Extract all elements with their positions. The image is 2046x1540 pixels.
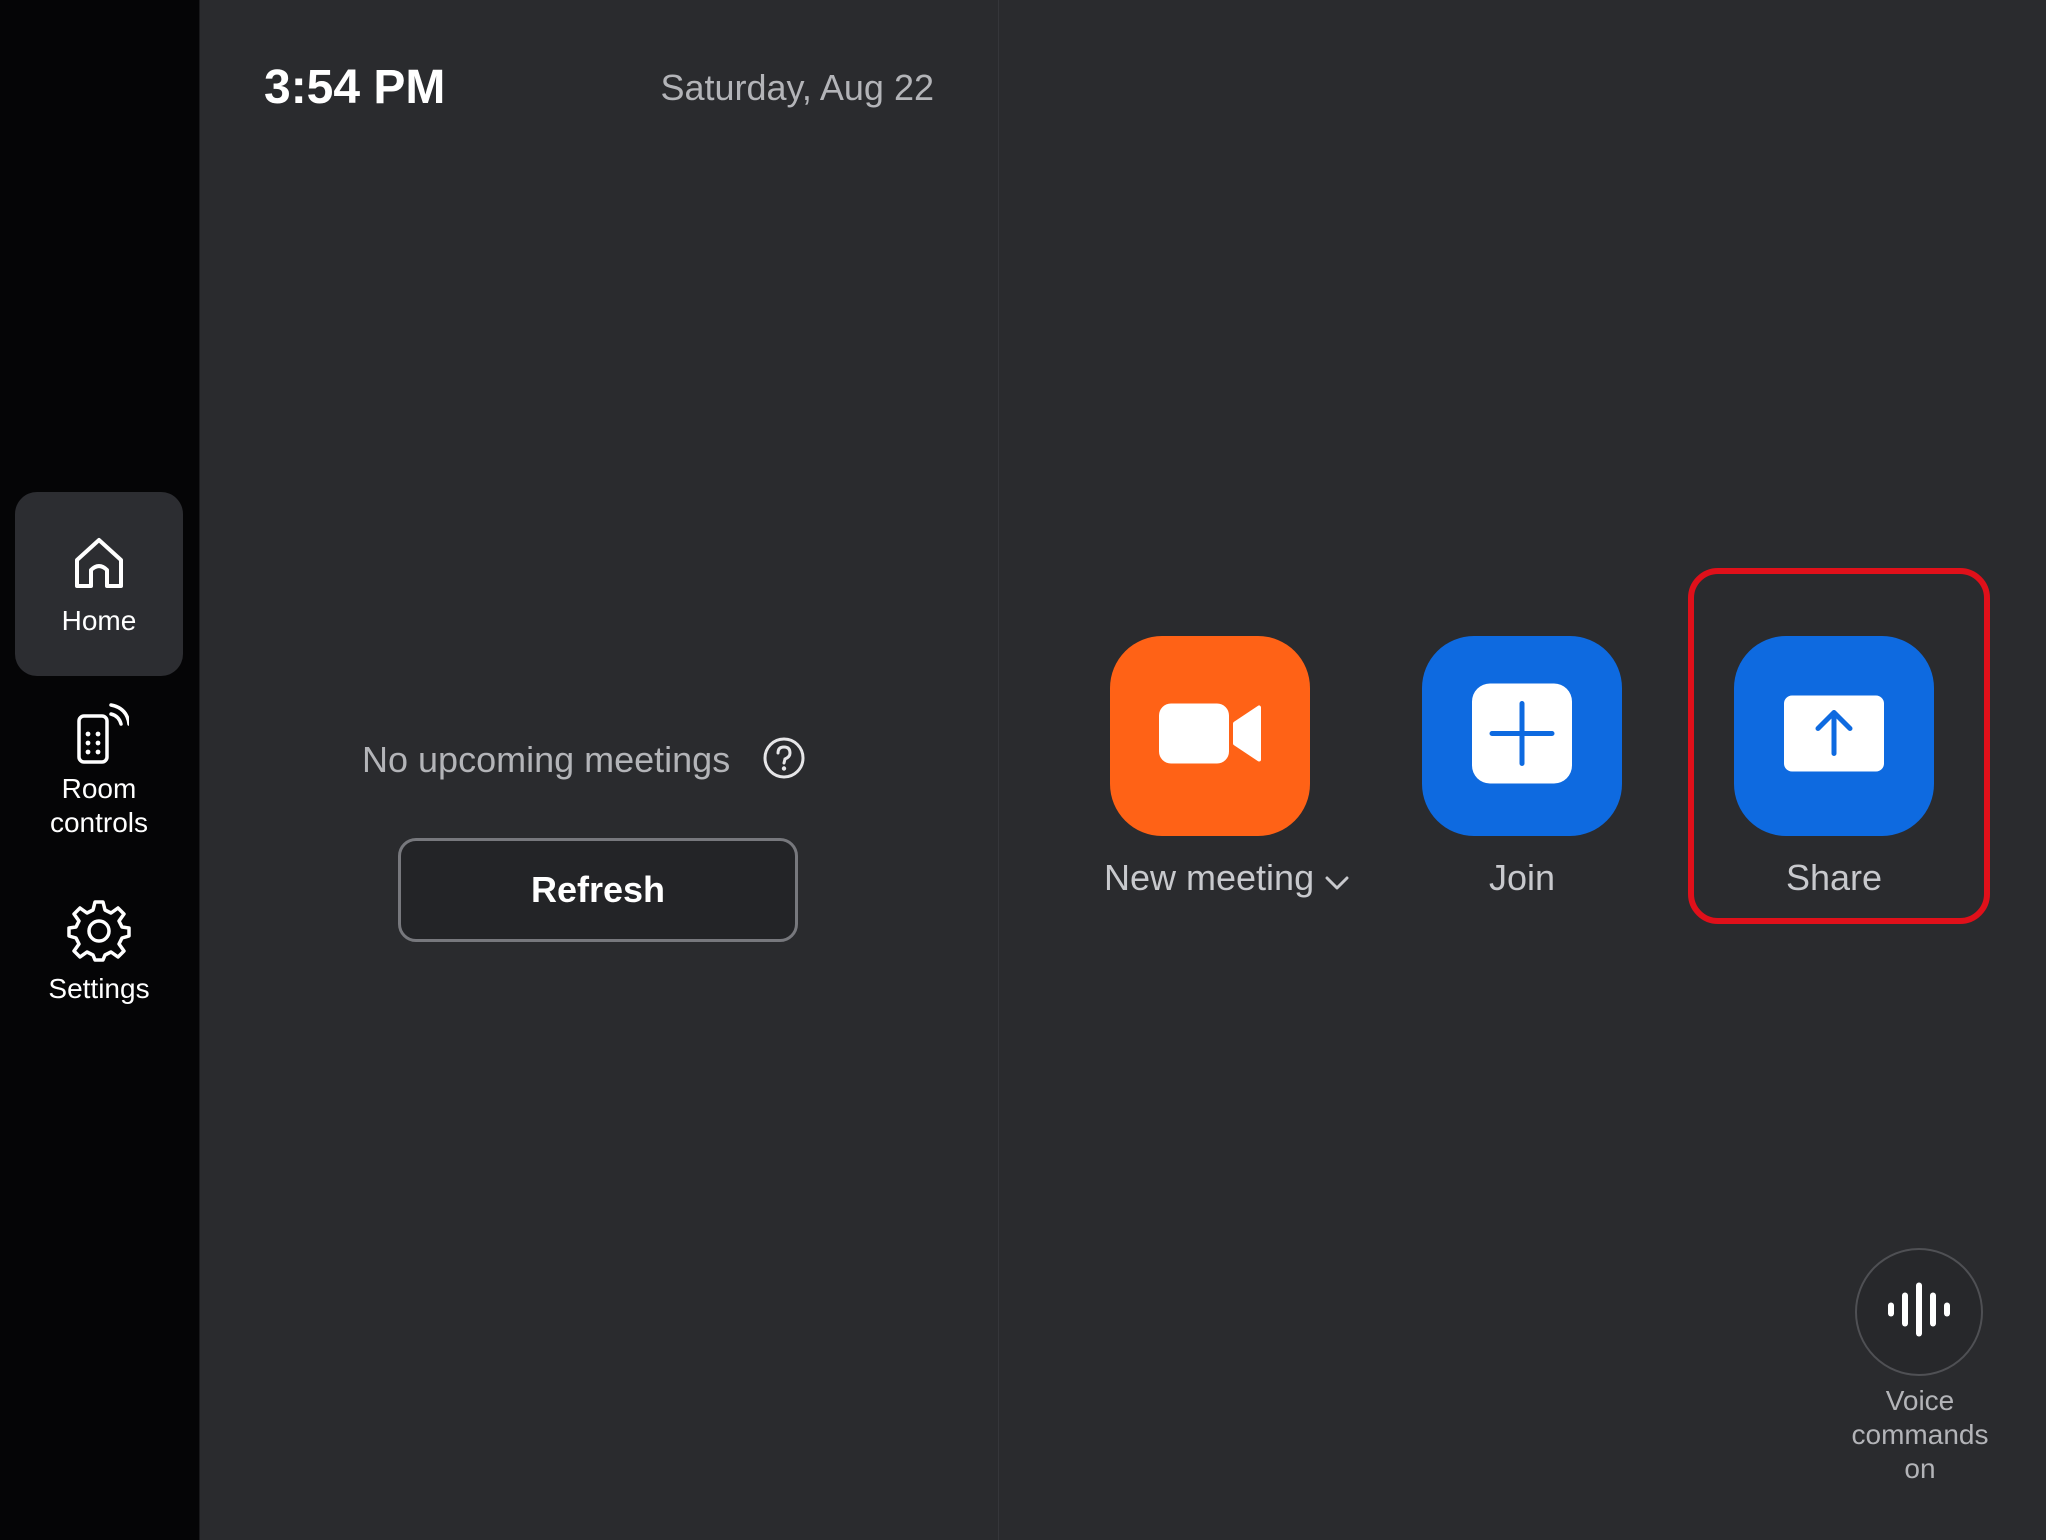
voice-commands-label: Voice commands on	[1851, 1385, 1989, 1484]
new-meeting-label[interactable]: New meeting	[1104, 856, 1364, 902]
sidebar-item-home[interactable]: Home	[15, 492, 183, 676]
zoom-rooms-home-screen: Home Room controls Settings 3:54 PM Satu…	[0, 0, 2046, 1540]
gear-icon	[67, 898, 131, 967]
share-button[interactable]	[1734, 636, 1934, 836]
refresh-button[interactable]: Refresh	[398, 838, 798, 942]
current-time: 3:54 PM	[264, 61, 446, 114]
current-date: Saturday, Aug 22	[660, 67, 934, 108]
panel-divider	[998, 0, 999, 1540]
sidebar-item-room-controls[interactable]: Room controls	[15, 690, 183, 860]
chevron-down-icon	[1324, 858, 1350, 902]
no-meetings-text: No upcoming meetings	[362, 739, 731, 780]
room-controls-icon	[69, 700, 131, 771]
share-label[interactable]: Share	[1734, 856, 1934, 900]
join-button[interactable]	[1422, 636, 1622, 836]
voice-commands-button[interactable]	[1855, 1248, 1983, 1376]
sidebar-item-label: Settings	[48, 973, 150, 1004]
sidebar-item-label: Room controls	[49, 773, 149, 838]
new-meeting-button[interactable]	[1110, 636, 1310, 836]
sidebar-item-settings[interactable]: Settings	[15, 880, 183, 1020]
video-camera-icon	[1159, 702, 1261, 771]
plus-icon	[1472, 683, 1572, 789]
home-icon	[69, 532, 129, 597]
sidebar: Home Room controls Settings	[0, 0, 200, 1540]
join-label[interactable]: Join	[1422, 856, 1622, 900]
sidebar-item-label: Home	[61, 605, 137, 636]
share-screen-icon	[1784, 695, 1884, 777]
voice-waveform-icon	[1886, 1282, 1952, 1343]
help-icon[interactable]	[762, 736, 806, 780]
